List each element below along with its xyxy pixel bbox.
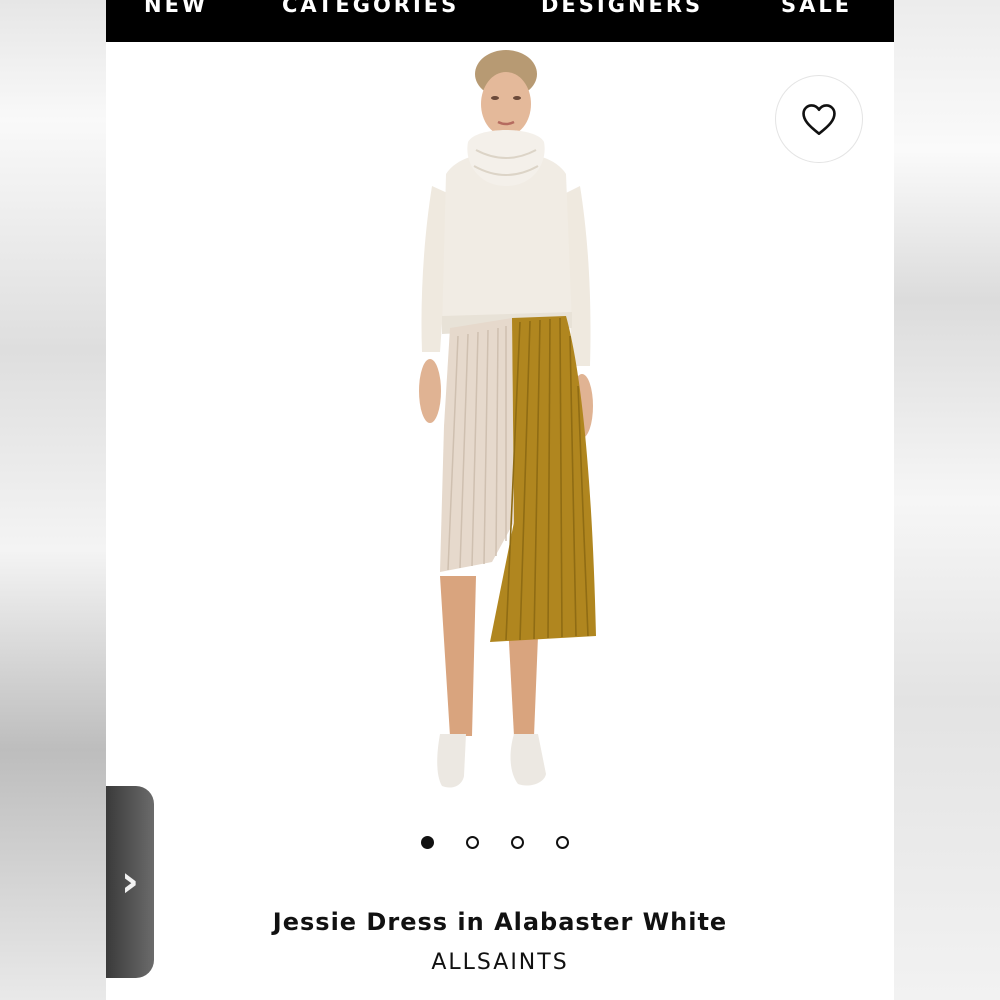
- nav-item-new[interactable]: NEW: [144, 0, 208, 18]
- chevron-right-icon: ›: [120, 856, 140, 907]
- product-brand[interactable]: ALLSAINTS: [106, 950, 894, 975]
- image-pagination: [106, 836, 894, 856]
- pagination-dot-2[interactable]: [466, 836, 479, 849]
- product-image[interactable]: [396, 46, 616, 806]
- nav-item-designers[interactable]: DESIGNERS: [541, 0, 703, 18]
- product-page: NEW CATEGORIES DESIGNERS SALE Jessie Dre…: [106, 0, 894, 1000]
- nav-item-sale[interactable]: SALE: [781, 0, 852, 18]
- favorite-button[interactable]: [775, 75, 863, 163]
- pagination-dot-1[interactable]: [421, 836, 434, 849]
- side-panel-toggle[interactable]: ›: [106, 786, 154, 978]
- heart-outline-icon: [802, 104, 836, 135]
- top-navigation-bar: NEW CATEGORIES DESIGNERS SALE: [106, 0, 894, 42]
- product-title: Jessie Dress in Alabaster White: [272, 908, 728, 936]
- pagination-dot-3[interactable]: [511, 836, 524, 849]
- pagination-dot-4[interactable]: [556, 836, 569, 849]
- left-background-strip: [0, 0, 106, 1000]
- nav-item-categories[interactable]: CATEGORIES: [282, 0, 459, 18]
- right-background-strip: [894, 0, 1000, 1000]
